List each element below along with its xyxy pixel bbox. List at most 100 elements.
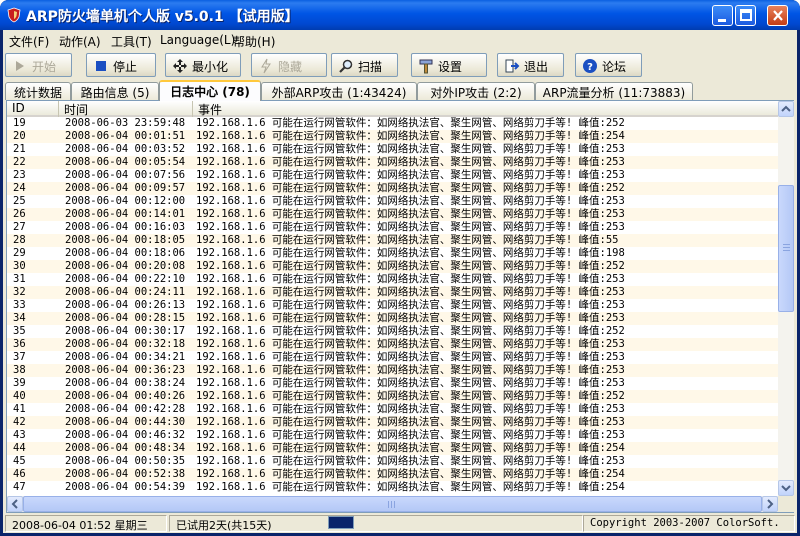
- table-row[interactable]: 38 2008-06-04 00:36:23 192.168.1.6 可能在运行网管…: [7, 364, 778, 377]
- hide-button[interactable]: 隐藏: [251, 53, 327, 77]
- column-header-time[interactable]: 时间: [59, 101, 193, 117]
- vertical-scroll-thumb[interactable]: [778, 185, 794, 312]
- table-row[interactable]: 36 2008-06-04 00:32:18 192.168.1.6 可能在运行网管…: [7, 338, 778, 351]
- tab-statistics[interactable]: 统计数据: [5, 82, 71, 100]
- menu-help[interactable]: 帮助(H): [233, 33, 275, 50]
- exit-button[interactable]: 退出: [497, 53, 564, 77]
- menu-tools[interactable]: 工具(T): [111, 33, 152, 50]
- stop-button-label: 停止: [113, 60, 138, 74]
- scan-button-label: 扫描: [358, 60, 383, 74]
- play-icon: [16, 61, 24, 71]
- table-row[interactable]: 29 2008-06-04 00:18:06 192.168.1.6 可能在运行网管…: [7, 247, 778, 260]
- log-list[interactable]: ID 时间 事件 19 2008-06-03 23:59:48 192.168.1.…: [6, 100, 794, 513]
- table-row[interactable]: 33 2008-06-04 00:26:13 192.168.1.6 可能在运行网管…: [7, 299, 778, 312]
- cell-time: 2008-06-04 00:42:28: [65, 403, 186, 415]
- table-row[interactable]: 31 2008-06-04 00:22:10 192.168.1.6 可能在运行网管…: [7, 273, 778, 286]
- cell-event: 192.168.1.6 可能在运行网管软件：如网络执法官、聚生网管、网络剪刀手等…: [196, 195, 625, 207]
- window-title: ARP防火墙单机个人版 v5.0.1 【试用版】: [26, 9, 299, 25]
- table-row[interactable]: 32 2008-06-04 00:24:11 192.168.1.6 可能在运行网管…: [7, 286, 778, 299]
- chevron-left-icon: [11, 499, 18, 509]
- table-row[interactable]: 24 2008-06-04 00:09:57 192.168.1.6 可能在运行网管…: [7, 182, 778, 195]
- menu-language[interactable]: Language(L): [160, 33, 235, 47]
- scroll-down-button[interactable]: [778, 480, 794, 496]
- cell-id: 19: [13, 117, 26, 129]
- close-window-button[interactable]: [767, 5, 788, 26]
- tab-log-center[interactable]: 日志中心 (78): [159, 80, 261, 101]
- settings-button[interactable]: 设置: [411, 53, 487, 77]
- cell-id: 39: [13, 377, 26, 389]
- table-row[interactable]: 28 2008-06-04 00:18:05 192.168.1.6 可能在运行网管…: [7, 234, 778, 247]
- cell-time: 2008-06-04 00:03:52: [65, 143, 186, 155]
- tab-external-arp-attacks[interactable]: 外部ARP攻击 (1:43424): [261, 82, 417, 100]
- tab-arp-traffic-analysis[interactable]: ARP流量分析 (11:73883): [535, 82, 693, 100]
- chevron-up-icon: [781, 105, 791, 112]
- scroll-up-button[interactable]: [778, 101, 794, 117]
- cell-event: 192.168.1.6 可能在运行网管软件：如网络执法官、聚生网管、网络剪刀手等…: [196, 143, 625, 155]
- table-row[interactable]: 37 2008-06-04 00:34:21 192.168.1.6 可能在运行网管…: [7, 351, 778, 364]
- scroll-right-button[interactable]: [762, 496, 778, 512]
- cell-id: 27: [13, 221, 26, 233]
- cell-time: 2008-06-04 00:34:21: [65, 351, 186, 363]
- table-row[interactable]: 34 2008-06-04 00:28:15 192.168.1.6 可能在运行网管…: [7, 312, 778, 325]
- cell-id: 21: [13, 143, 26, 155]
- stop-button[interactable]: 停止: [86, 53, 156, 77]
- table-row[interactable]: 30 2008-06-04 00:20:08 192.168.1.6 可能在运行网管…: [7, 260, 778, 273]
- table-row[interactable]: 44 2008-06-04 00:48:34 192.168.1.6 可能在运行网管…: [7, 442, 778, 455]
- log-list-header: ID 时间 事件: [7, 101, 778, 117]
- table-row[interactable]: 43 2008-06-04 00:46:32 192.168.1.6 可能在运行网管…: [7, 429, 778, 442]
- tab-outbound-ip-attacks[interactable]: 对外IP攻击 (2:2): [417, 82, 535, 100]
- cell-event: 192.168.1.6 可能在运行网管软件：如网络执法官、聚生网管、网络剪刀手等…: [196, 182, 625, 194]
- cell-event: 192.168.1.6 可能在运行网管软件：如网络执法官、聚生网管、网络剪刀手等…: [196, 156, 625, 168]
- menu-file[interactable]: 文件(F): [9, 33, 49, 50]
- table-row[interactable]: 47 2008-06-04 00:54:39 192.168.1.6 可能在运行网管…: [7, 481, 778, 494]
- cell-event: 192.168.1.6 可能在运行网管软件：如网络执法官、聚生网管、网络剪刀手等…: [196, 208, 625, 220]
- status-copyright: Copyright 2003-2007 ColorSoft.: [583, 515, 795, 532]
- table-row[interactable]: 27 2008-06-04 00:16:03 192.168.1.6 可能在运行网管…: [7, 221, 778, 234]
- table-row[interactable]: 39 2008-06-04 00:38:24 192.168.1.6 可能在运行网管…: [7, 377, 778, 390]
- forum-button[interactable]: ? 论坛: [575, 53, 642, 77]
- table-row[interactable]: 42 2008-06-04 00:44:30 192.168.1.6 可能在运行网管…: [7, 416, 778, 429]
- column-header-event[interactable]: 事件: [193, 101, 778, 117]
- table-row[interactable]: 46 2008-06-04 00:52:38 192.168.1.6 可能在运行网管…: [7, 468, 778, 481]
- column-header-id[interactable]: ID: [7, 101, 59, 117]
- cell-event: 192.168.1.6 可能在运行网管软件：如网络执法官、聚生网管、网络剪刀手等…: [196, 325, 625, 337]
- cell-time: 2008-06-04 00:48:34: [65, 442, 186, 454]
- cell-id: 40: [13, 390, 26, 402]
- table-row[interactable]: 35 2008-06-04 00:30:17 192.168.1.6 可能在运行网管…: [7, 325, 778, 338]
- table-row[interactable]: 40 2008-06-04 00:40:26 192.168.1.6 可能在运行网管…: [7, 390, 778, 403]
- table-row[interactable]: 25 2008-06-04 00:12:00 192.168.1.6 可能在运行网管…: [7, 195, 778, 208]
- minimize-window-button[interactable]: [712, 5, 733, 26]
- exit-button-label: 退出: [524, 60, 549, 74]
- cell-id: 45: [13, 455, 26, 467]
- cell-time: 2008-06-04 00:44:30: [65, 416, 186, 428]
- minimize-button[interactable]: 最小化: [165, 53, 241, 77]
- table-row[interactable]: 22 2008-06-04 00:05:54 192.168.1.6 可能在运行网管…: [7, 156, 778, 169]
- tab-routes[interactable]: 路由信息 (5): [71, 82, 159, 100]
- cell-time: 2008-06-04 00:01:51: [65, 130, 186, 142]
- title-bar[interactable]: ARP防火墙单机个人版 v5.0.1 【试用版】: [0, 0, 800, 30]
- chevron-right-icon: [767, 499, 774, 509]
- cell-event: 192.168.1.6 可能在运行网管软件：如网络执法官、聚生网管、网络剪刀手等…: [196, 416, 625, 428]
- cell-event: 192.168.1.6 可能在运行网管软件：如网络执法官、聚生网管、网络剪刀手等…: [196, 247, 625, 259]
- cell-id: 20: [13, 130, 26, 142]
- horizontal-scroll-thumb[interactable]: [23, 496, 762, 512]
- cell-event: 192.168.1.6 可能在运行网管软件：如网络执法官、聚生网管、网络剪刀手等…: [196, 260, 625, 272]
- status-indicator: [328, 516, 354, 529]
- cell-time: 2008-06-04 00:30:17: [65, 325, 186, 337]
- table-row[interactable]: 23 2008-06-04 00:07:56 192.168.1.6 可能在运行网管…: [7, 169, 778, 182]
- table-row[interactable]: 45 2008-06-04 00:50:35 192.168.1.6 可能在运行网管…: [7, 455, 778, 468]
- table-row[interactable]: 26 2008-06-04 00:14:01 192.168.1.6 可能在运行网管…: [7, 208, 778, 221]
- table-row[interactable]: 20 2008-06-04 00:01:51 192.168.1.6 可能在运行网管…: [7, 130, 778, 143]
- table-row[interactable]: 21 2008-06-04 00:03:52 192.168.1.6 可能在运行网管…: [7, 143, 778, 156]
- start-button[interactable]: 开始: [5, 53, 72, 77]
- cell-time: 2008-06-04 00:40:26: [65, 390, 186, 402]
- maximize-window-button[interactable]: [735, 5, 756, 26]
- menu-action[interactable]: 动作(A): [59, 33, 101, 50]
- scan-button[interactable]: 扫描: [331, 53, 398, 77]
- vertical-scrollbar[interactable]: [778, 101, 794, 496]
- table-row[interactable]: 41 2008-06-04 00:42:28 192.168.1.6 可能在运行网管…: [7, 403, 778, 416]
- horizontal-scrollbar[interactable]: [7, 496, 778, 512]
- scroll-left-button[interactable]: [7, 496, 23, 512]
- table-row[interactable]: 19 2008-06-03 23:59:48 192.168.1.6 可能在运行网管…: [7, 117, 778, 130]
- cell-time: 2008-06-04 00:14:01: [65, 208, 186, 220]
